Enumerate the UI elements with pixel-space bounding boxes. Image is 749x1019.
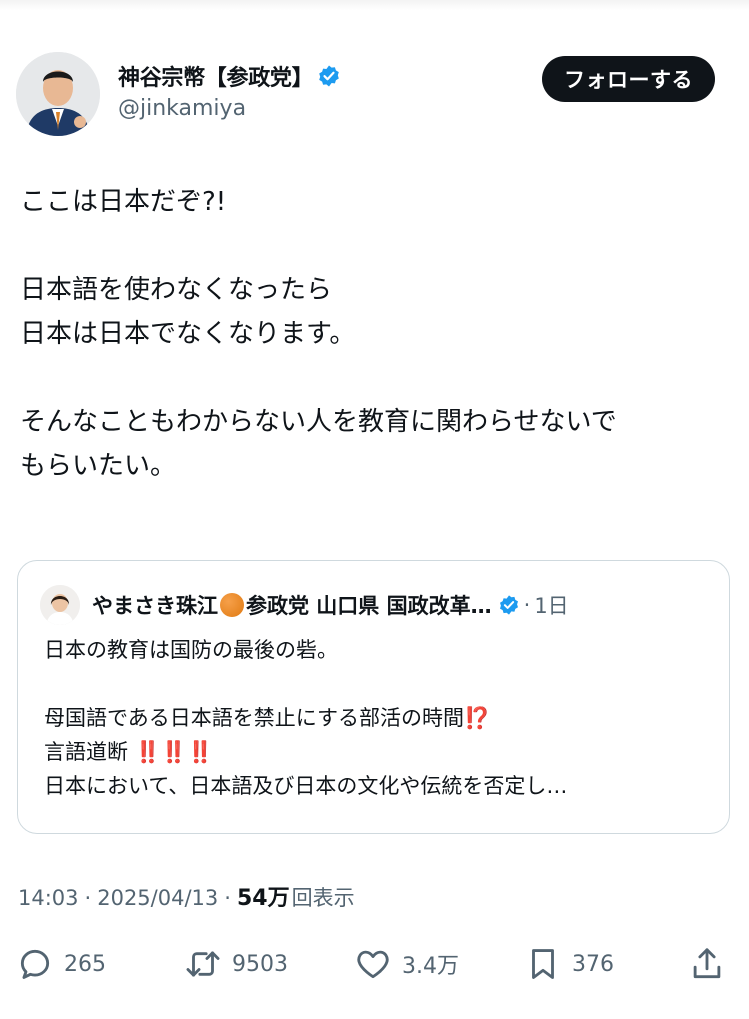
quoted-line-text: 言語道断 (44, 740, 128, 764)
tweet-header: 神谷宗幣【参政党】 @jinkamiya フォローする (16, 52, 733, 138)
retweet-icon (186, 951, 220, 977)
quoted-line: 言語道断 ‼️‼️‼️ (44, 735, 714, 769)
tweet-line: 日本語を使わなくなったら (20, 275, 333, 305)
quoted-author-avatar[interactable] (40, 585, 80, 625)
like-count: 3.4万 (402, 954, 459, 979)
verified-badge-icon (499, 595, 518, 615)
separator-dot: · (523, 593, 531, 617)
separator-dot: · (224, 886, 231, 910)
retweet-count: 9503 (232, 951, 288, 977)
follow-button[interactable]: フォローする (542, 56, 715, 102)
reply-icon (20, 949, 50, 979)
tweet-text: ここは日本だぞ?! 日本語を使わなくなったら 日本は日本でなくなります。 そんな… (20, 180, 730, 488)
exclamation-question-icon: ⁉️ (464, 706, 491, 730)
author-display-name[interactable]: 神谷宗幣【参政党】 (118, 60, 314, 92)
bookmark-count: 376 (572, 951, 614, 977)
like-button[interactable]: 3.4万 (354, 940, 459, 988)
tweet-line: もらいたい。 (20, 451, 177, 481)
verified-badge-icon (319, 65, 340, 87)
quoted-line: 日本において、日本語及び日本の文化や伝統を否定し… (44, 774, 568, 798)
tweet-meta: 14:03 · 2025/04/13 · 54万 回表示 (18, 880, 355, 912)
reply-count: 265 (64, 951, 106, 977)
author-handle[interactable]: @jinkamiya (118, 96, 341, 121)
tweet-time[interactable]: 14:03 (18, 886, 79, 910)
tweet-action-bar: 265 9503 3.4万 376 (16, 940, 733, 988)
quoted-line-text: 母国語である日本語を禁止にする部活の時間 (44, 706, 464, 730)
tweet-line: そんなこともわからない人を教育に関わらせないで (20, 407, 617, 437)
bookmark-button[interactable]: 376 (524, 940, 614, 988)
orange-circle-icon (220, 593, 244, 617)
quoted-tweet-text: 日本の教育は国防の最後の砦。 母国語である日本語を禁止にする部活の時間⁉️ 言語… (44, 633, 714, 803)
quoted-author-name-part1: やまさき珠江 (92, 594, 218, 618)
double-exclamation-icons: ‼️‼️‼️ (134, 740, 214, 764)
tweet-line: ここは日本だぞ?! (20, 187, 227, 217)
bookmark-icon (532, 949, 554, 979)
top-edge (0, 0, 749, 10)
tweet-line: 日本は日本でなくなります。 (20, 319, 356, 349)
separator-dot: · (84, 886, 92, 910)
retweet-button[interactable]: 9503 (184, 940, 288, 988)
quoted-author-name[interactable]: やまさき珠江 参政党 山口県 国政改革… (92, 590, 492, 620)
author-names: 神谷宗幣【参政党】 @jinkamiya (118, 60, 341, 121)
reply-button[interactable]: 265 (16, 940, 106, 988)
view-count-label: 回表示 (291, 886, 355, 910)
share-button[interactable] (688, 940, 726, 988)
author-avatar[interactable] (16, 52, 100, 136)
quoted-line: 母国語である日本語を禁止にする部活の時間⁉️ (44, 701, 714, 735)
heart-icon (357, 950, 389, 979)
view-count: 54万 (236, 886, 290, 911)
quoted-tweet-header: やまさき珠江 参政党 山口県 国政改革… · 1日 (40, 585, 720, 625)
quoted-tweet-time[interactable]: 1日 (534, 590, 568, 620)
quoted-author-name-part2: 参政党 山口県 国政改革… (246, 594, 492, 618)
tweet-date[interactable]: 2025/04/13 (97, 886, 218, 910)
quoted-tweet-card[interactable]: やまさき珠江 参政党 山口県 国政改革… · 1日 日本の教育は国防の最後の砦。… (17, 560, 730, 834)
quoted-line: 日本の教育は国防の最後の砦。 (44, 638, 338, 662)
share-icon (693, 948, 721, 979)
